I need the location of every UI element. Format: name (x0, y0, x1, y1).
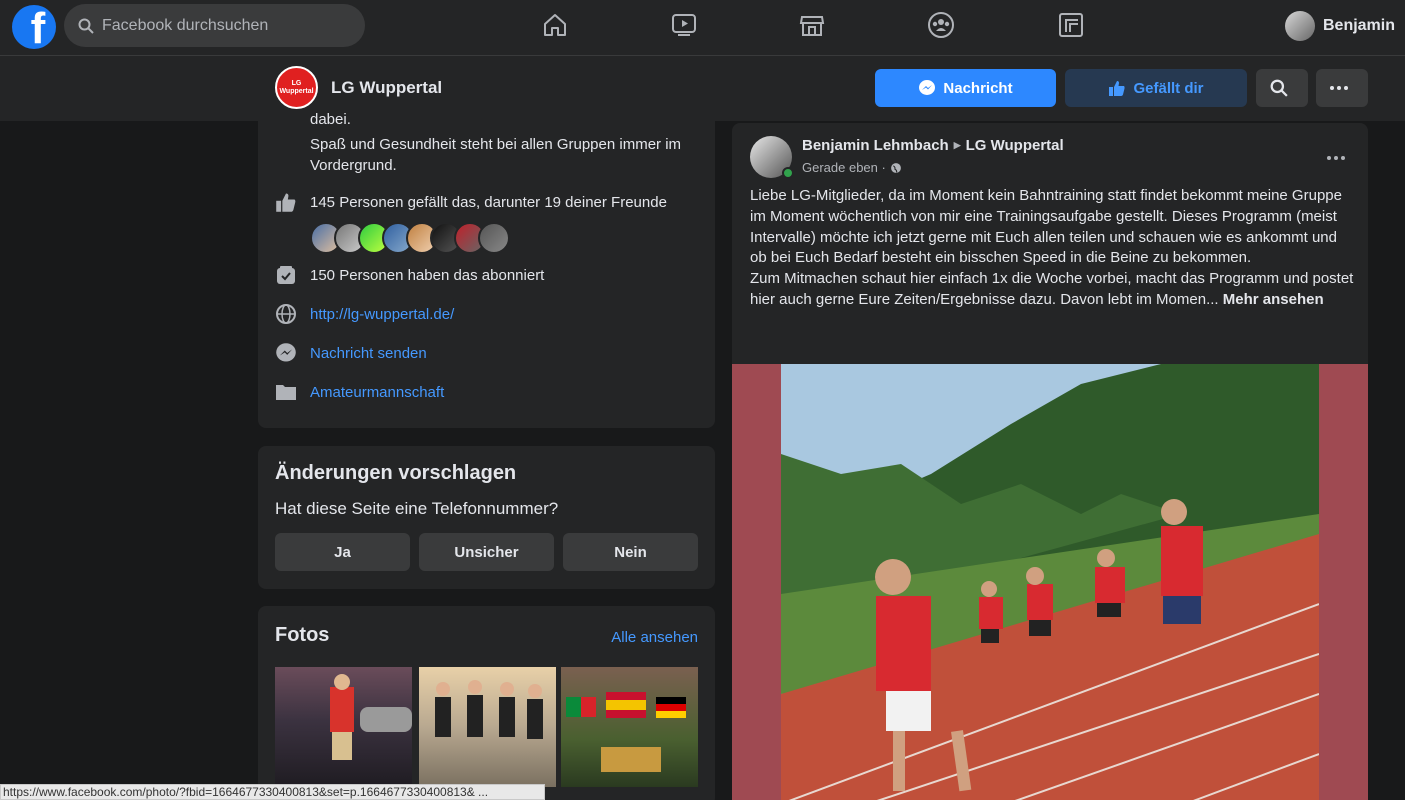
caret-right-icon: ▶ (953, 140, 961, 150)
more-dots-icon (1329, 86, 1348, 90)
see-more-link[interactable]: Mehr ansehen (1223, 291, 1324, 308)
search-icon (78, 18, 94, 34)
messenger-icon (919, 80, 936, 95)
category-link[interactable]: Amateurmannschaft (310, 384, 444, 401)
unsure-button[interactable]: Unsicher (419, 533, 554, 571)
post-body-paragraph: Liebe LG-Mitglieder, da im Moment kein B… (750, 187, 1342, 267)
follows-count-text: 150 Personen haben das abonniert (310, 266, 545, 284)
photo-thumbnail[interactable] (419, 667, 556, 787)
suggest-edits-title: Änderungen vorschlagen (275, 462, 517, 484)
messenger-icon (275, 342, 297, 364)
post-body: Liebe LG-Mitglieder, da im Moment kein B… (750, 186, 1356, 311)
about-description-partial: dabei. (310, 113, 351, 126)
photo-thumbnail[interactable] (275, 667, 412, 787)
watch-icon[interactable] (669, 10, 699, 40)
post-target-link[interactable]: LG Wuppertal (966, 137, 1064, 154)
gaming-icon[interactable] (1056, 10, 1086, 40)
post-options-button[interactable] (1326, 145, 1346, 166)
page-logo[interactable]: LG Wuppertal (275, 66, 318, 109)
online-status-dot (782, 167, 794, 179)
yes-button[interactable]: Ja (275, 533, 410, 571)
post-timestamp[interactable]: Gerade eben · (802, 160, 886, 175)
globe-icon (890, 162, 901, 173)
send-message-row: Nachricht senden (275, 342, 427, 364)
thumbs-up-icon (275, 191, 297, 213)
category-row: Amateurmannschaft (275, 381, 444, 403)
send-message-link[interactable]: Nachricht senden (310, 345, 427, 362)
home-icon[interactable] (540, 10, 570, 40)
post-body-paragraph: Zum Mitmachen schaut hier einfach 1x die… (750, 269, 1356, 311)
suggest-edits-card: Änderungen vorschlagen Hat diese Seite e… (258, 446, 715, 589)
post-author-link[interactable]: Benjamin Lehmbach (802, 137, 949, 154)
no-button[interactable]: Nein (563, 533, 698, 571)
page-header-bar: LG Wuppertal LG Wuppertal Nachricht Gefä… (0, 56, 1405, 121)
marketplace-icon[interactable] (797, 10, 827, 40)
website-row: http://lg-wuppertal.de/ (275, 303, 454, 325)
follows-row: 150 Personen haben das abonniert (275, 264, 544, 286)
about-card: dabei. Spaß und Gesundheit steht bei all… (258, 113, 715, 428)
avatar (1284, 11, 1315, 41)
profile-shortcut[interactable]: Benjamin (1284, 9, 1395, 43)
page-logo-text: LG Wuppertal (279, 79, 314, 95)
more-options-button[interactable] (1316, 69, 1368, 107)
like-button[interactable]: Gefällt dir (1065, 69, 1247, 107)
page-title[interactable]: LG Wuppertal (331, 78, 442, 98)
website-link[interactable]: http://lg-wuppertal.de/ (310, 306, 454, 323)
message-button[interactable]: Nachricht (875, 69, 1056, 107)
photos-title: Fotos (275, 624, 330, 646)
photos-card: Fotos Alle ansehen (258, 606, 715, 800)
about-description-text: Spaß und Gesundheit steht bei allen Grup… (310, 136, 682, 174)
post-card: Benjamin Lehmbach ▶ LG Wuppertal Gerade … (732, 123, 1368, 800)
thumbs-up-icon (1109, 81, 1126, 96)
post-meta: Gerade eben · (802, 160, 902, 175)
user-name: Benjamin (1322, 17, 1395, 34)
like-button-label: Gefällt dir (1133, 79, 1204, 97)
top-navigation-bar: f Benjamin (0, 0, 1405, 56)
likes-count-text: 145 Personen gefällt das, darunter 19 de… (310, 193, 667, 211)
search-input[interactable] (102, 16, 332, 35)
message-button-label: Nachricht (943, 79, 1013, 97)
facebook-logo[interactable]: f (12, 5, 56, 49)
more-dots-icon (1327, 156, 1345, 160)
see-all-photos-link[interactable]: Alle ansehen (611, 629, 698, 646)
runners-on-track-photo (781, 364, 1319, 800)
friends-avatars[interactable] (310, 222, 510, 254)
folder-icon (275, 381, 297, 403)
about-description: dabei. Spaß und Gesundheit steht bei all… (310, 113, 700, 176)
page-search-button[interactable] (1256, 69, 1308, 107)
post-author-line: Benjamin Lehmbach ▶ LG Wuppertal (802, 137, 1064, 154)
search-icon (1270, 79, 1288, 97)
likes-row: 145 Personen gefällt das, darunter 19 de… (275, 191, 667, 213)
search-box[interactable] (64, 4, 365, 47)
suggest-question: Hat diese Seite eine Telefonnummer? (275, 499, 559, 518)
follow-check-icon (275, 264, 297, 286)
photo-thumbnail[interactable] (561, 667, 698, 787)
facebook-logo-letter: f (30, 5, 46, 50)
globe-icon (275, 303, 297, 325)
avatar[interactable] (478, 222, 510, 254)
post-photo[interactable] (732, 364, 1368, 800)
browser-status-url: https://www.facebook.com/photo/?fbid=166… (0, 784, 545, 800)
groups-icon[interactable] (926, 10, 956, 40)
